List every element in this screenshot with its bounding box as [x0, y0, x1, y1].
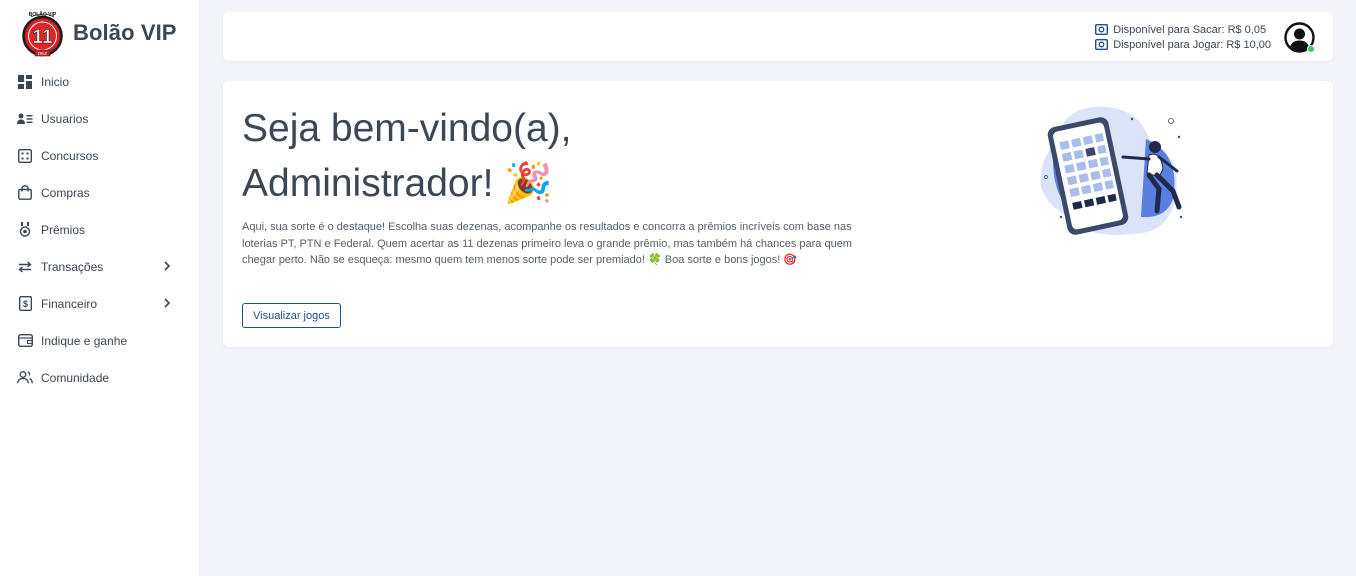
sidebar-item-premios[interactable]: Prêmios	[0, 211, 200, 248]
svg-text:11: 11	[32, 27, 53, 48]
brand[interactable]: 11 BOLÃO VIP DEZ Bolão VIP	[21, 9, 177, 59]
withdraw-balance: Disponível para Sacar: R$ 0,05	[1095, 22, 1271, 37]
sidebar-nav: Inicio Usuarios Concursos Compras Prêmio…	[0, 63, 200, 396]
money-icon	[1095, 24, 1109, 35]
sidebar-item-concursos[interactable]: Concursos	[0, 137, 200, 174]
welcome-description-end: Boa sorte e bons jogos!	[661, 254, 784, 266]
welcome-card: Seja bem-vindo(a), Administrador! 🎉 Aqui…	[223, 81, 1333, 347]
view-games-button[interactable]: Visualizar jogos	[242, 303, 341, 328]
sidebar-item-comunidade[interactable]: Comunidade	[0, 359, 200, 396]
phone-illustration	[1040, 106, 1183, 235]
sidebar: 11 BOLÃO VIP DEZ Bolão VIP Inicio Usuari…	[0, 0, 200, 576]
top-bar: Disponível para Sacar: R$ 0,05 Disponíve…	[223, 12, 1333, 61]
sidebar-item-label: Comunidade	[41, 370, 110, 385]
sidebar-item-label: Inicio	[41, 74, 70, 89]
play-balance-text: Disponível para Jogar: R$ 10,00	[1113, 38, 1271, 51]
welcome-title-line2: Administrador!	[242, 162, 494, 205]
sidebar-item-transacoes[interactable]: Transações	[0, 248, 200, 285]
welcome-description: Aqui, sua sorte é o destaque! Escolha su…	[242, 219, 852, 269]
chevron-right-icon	[164, 261, 171, 271]
dashboard-icon	[17, 74, 33, 90]
sidebar-item-inicio[interactable]: Inicio	[0, 63, 200, 100]
clover-icon: 🍀	[648, 253, 662, 266]
sidebar-item-label: Financeiro	[41, 296, 98, 311]
community-icon	[17, 370, 33, 386]
balances: Disponível para Sacar: R$ 0,05 Disponíve…	[1095, 22, 1271, 52]
welcome-title-line2-wrap: Administrador! 🎉	[242, 156, 571, 211]
money-icon	[1095, 39, 1109, 50]
sidebar-item-label: Compras	[41, 185, 90, 200]
sidebar-item-compras[interactable]: Compras	[0, 174, 200, 211]
withdraw-balance-text: Disponível para Sacar: R$ 0,05	[1113, 23, 1267, 36]
sidebar-item-indique[interactable]: Indique e ganhe	[0, 322, 200, 359]
svg-text:$: $	[22, 299, 27, 309]
sidebar-item-usuarios[interactable]: Usuarios	[0, 100, 200, 137]
sidebar-item-label: Prêmios	[41, 222, 86, 237]
play-balance: Disponível para Jogar: R$ 10,00	[1095, 37, 1271, 52]
party-popper-icon: 🎉	[504, 161, 553, 206]
sidebar-item-label: Transações	[41, 259, 104, 274]
sidebar-item-financeiro[interactable]: $ Financeiro	[0, 285, 200, 322]
sidebar-item-label: Indique e ganhe	[41, 333, 128, 348]
user-avatar[interactable]	[1284, 22, 1315, 53]
medal-icon	[17, 222, 33, 238]
bolao-logo-icon: 11 BOLÃO VIP DEZ	[22, 11, 63, 57]
welcome-title-line1: Seja bem-vindo(a),	[242, 107, 572, 150]
welcome-title: Seja bem-vindo(a), Administrador! 🎉	[242, 101, 571, 211]
arrows-exchange-icon	[17, 259, 33, 275]
ticket-icon	[17, 148, 33, 164]
chevron-right-icon	[164, 298, 171, 308]
users-icon	[17, 111, 33, 127]
brand-name: Bolão VIP	[73, 20, 177, 45]
sidebar-item-label: Concursos	[41, 148, 99, 163]
svg-text:BOLÃO VIP: BOLÃO VIP	[29, 11, 57, 18]
shopping-bag-icon	[17, 185, 33, 201]
sidebar-item-label: Usuarios	[41, 111, 89, 126]
wallet-icon	[17, 333, 33, 349]
target-icon: 🎯	[783, 253, 798, 266]
online-status-dot	[1307, 45, 1315, 53]
svg-text:DEZ: DEZ	[38, 51, 47, 56]
dollar-file-icon: $	[17, 296, 33, 312]
